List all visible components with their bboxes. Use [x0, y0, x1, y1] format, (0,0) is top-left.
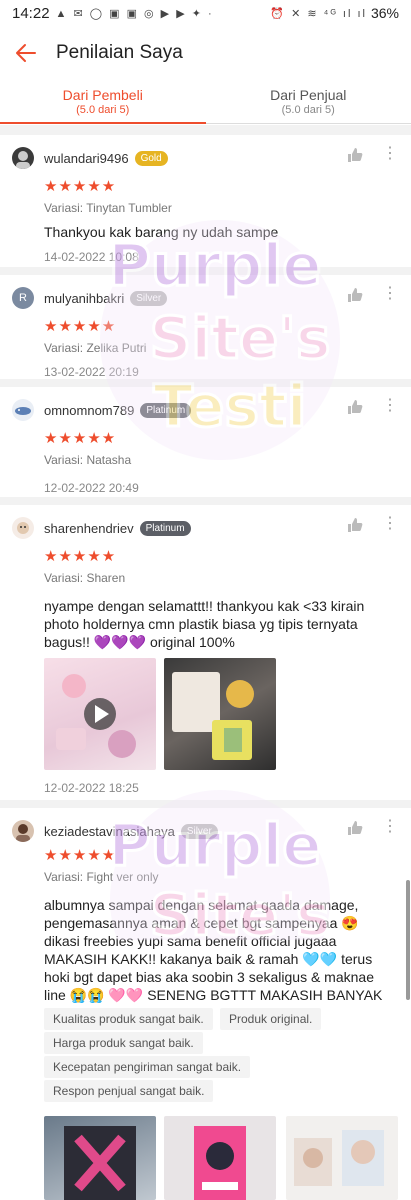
review-item: wulandari9496 Gold ⋮ ★★★★★ Variasi: Tiny…: [0, 135, 411, 275]
status-time: 14:22: [12, 4, 50, 22]
thumbs-up-icon[interactable]: [347, 399, 363, 415]
review-item: omnomnom789 Platinum ⋮ ★★★★★ Variasi: Na…: [0, 387, 411, 505]
more-options-icon[interactable]: ⋮: [381, 818, 399, 836]
review-photo[interactable]: [164, 1116, 276, 1200]
review-text: albumnya sampai dengan selamat gaada dam…: [44, 897, 383, 1021]
system-icons: ⏰ ✕ ≋ ⁴ᴳ ıl ıl: [270, 7, 367, 20]
more-options-icon[interactable]: ⋮: [381, 285, 399, 303]
review-tag: Kualitas produk sangat baik.: [44, 1008, 213, 1030]
scrollbar[interactable]: [406, 880, 410, 1000]
reviewer-username: keziadestavinasiahaya: [44, 823, 175, 839]
thumbs-up-icon[interactable]: [347, 517, 363, 533]
page-title: Penilaian Saya: [56, 42, 183, 63]
member-badge: Silver: [180, 823, 218, 839]
status-bar: 14:22 ▲ ✉ ◯ ▣ ▣ ◎ ▶ ▶ ✦ · ⏰ ✕ ≋ ⁴ᴳ ıl ıl…: [0, 0, 411, 26]
review-photo[interactable]: [44, 1116, 156, 1200]
star-rating: ★★★★★: [44, 430, 117, 447]
more-options-icon[interactable]: ⋮: [381, 515, 399, 533]
app-bar: Penilaian Saya: [0, 26, 411, 80]
back-button[interactable]: [2, 26, 50, 80]
star-rating: ★★★★★: [44, 548, 117, 565]
review-tag: Produk original.: [220, 1008, 322, 1030]
avatar[interactable]: [12, 399, 34, 421]
star-rating: ★★★★★: [44, 178, 117, 195]
avatar-letter: R: [19, 292, 27, 304]
star-rating: ★★★★★: [44, 847, 117, 864]
variation-label: Variasi: Tinytan Tumbler: [44, 201, 172, 215]
review-photo[interactable]: [164, 658, 276, 770]
divider: [0, 125, 411, 135]
review-item: keziadestavinasiahaya Silver ⋮ ★★★★★ Var…: [0, 808, 411, 1200]
review-tag: Harga produk sangat baik.: [44, 1032, 203, 1054]
more-options-icon[interactable]: ⋮: [381, 145, 399, 163]
review-photo[interactable]: [286, 1116, 398, 1200]
variation-label: Variasi: Fight ver only: [44, 870, 159, 884]
review-tag: Respon penjual sangat baik.: [44, 1080, 214, 1102]
avatar[interactable]: [12, 517, 34, 539]
review-date: 12-02-2022 20:49: [44, 481, 139, 495]
rating-tabs: Dari Pembeli (5.0 dari 5) Dari Penjual (…: [0, 80, 411, 124]
member-badge: Platinum: [139, 520, 191, 536]
reviewer-username: mulyanihbakri: [44, 290, 125, 306]
member-badge: Gold: [134, 150, 168, 166]
tab-rating: (5.0 dari 5): [281, 104, 335, 116]
avatar[interactable]: [12, 820, 34, 842]
variation-label: Variasi: Natasha: [44, 453, 132, 467]
review-text: nyampe dengan selamattt!! thankyou kak <…: [44, 598, 365, 650]
avatar[interactable]: R: [12, 287, 34, 309]
review-date: 12-02-2022 18:25: [44, 781, 139, 795]
thumbs-up-icon[interactable]: [347, 147, 363, 163]
thumbs-up-icon[interactable]: [347, 820, 363, 836]
avatar[interactable]: [12, 147, 34, 169]
notification-icons: ▲ ✉ ◯ ▣ ▣ ◎ ▶ ▶ ✦ ·: [55, 7, 214, 20]
review-date: 13-02-2022 20:19: [44, 365, 139, 379]
thumbs-up-icon[interactable]: [347, 287, 363, 303]
review-tag: Kecepatan pengiriman sangat baik.: [44, 1056, 251, 1078]
more-options-icon[interactable]: ⋮: [381, 397, 399, 415]
reviewer-username: sharenhendriev: [44, 520, 134, 536]
star-rating: ★★★★★: [44, 318, 117, 335]
tab-dari-penjual[interactable]: Dari Penjual (5.0 dari 5): [206, 80, 411, 123]
review-video[interactable]: [44, 658, 156, 770]
review-item: sharenhendriev Platinum ⋮ ★★★★★ Variasi:…: [0, 505, 411, 808]
tab-label: Dari Penjual: [270, 87, 347, 103]
tab-dari-pembeli[interactable]: Dari Pembeli (5.0 dari 5): [0, 80, 206, 124]
variation-label: Variasi: Zelika Putri: [44, 341, 147, 355]
reviewer-username: omnomnom789: [44, 402, 135, 418]
review-item: R mulyanihbakri Silver ⋮ ★★★★★ Variasi: …: [0, 275, 411, 387]
reviewer-username: wulandari9496: [44, 150, 129, 166]
review-text: Thankyou kak barang ny udah sampe: [44, 224, 279, 240]
review-date: 14-02-2022 10:08: [44, 250, 139, 264]
variation-label: Variasi: Sharen: [44, 571, 126, 585]
member-badge: Platinum: [140, 402, 192, 418]
battery-level: 36%: [370, 5, 399, 21]
tab-rating: (5.0 dari 5): [76, 104, 130, 116]
member-badge: Silver: [130, 290, 168, 306]
arrow-left-icon: [16, 44, 36, 62]
tab-label: Dari Pembeli: [62, 87, 143, 103]
